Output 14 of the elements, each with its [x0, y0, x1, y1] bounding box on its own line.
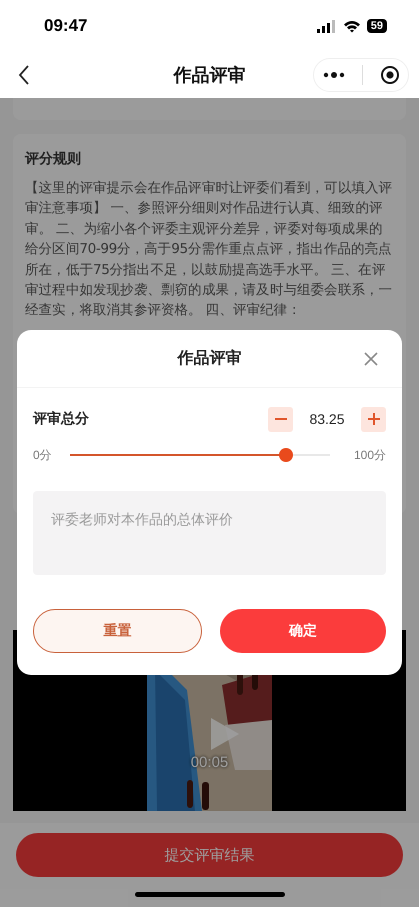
- dialog-title: 作品评审: [178, 348, 242, 369]
- confirm-button[interactable]: 确定: [220, 609, 386, 653]
- reset-button[interactable]: 重置: [33, 609, 202, 653]
- rules-title: 评分规则: [25, 150, 82, 168]
- max-label: 100分: [354, 446, 386, 464]
- score-label: 评审总分: [33, 410, 89, 428]
- status-time: 09:47: [44, 16, 88, 36]
- page-title: 作品评审: [174, 64, 246, 87]
- battery-level: 59: [366, 19, 387, 33]
- comment-field[interactable]: 评委老师对本作品的总体评价: [33, 491, 386, 575]
- score-value: 83.25: [308, 411, 346, 427]
- rules-text: 【这里的评审提示会在作品评审时让评委们看到，可以填入评审注意事项】 一、参照评分细则对作品进行认真、细致的评审。 二、为缩小各个评委主观评分差异，评委对每项成果的给分区间70-99分，高于95分需作重点点评，指出作品的亮点所在，低于75分指出不足，以鼓励提高选手水平。 三、在评审过程中如发现抄袭、剽窃的成果，请及时与组委会联系，一经查实，将取消其参评资格。 四、评审纪律：: [25, 179, 394, 320]
- submit-button[interactable]: 提交评审结果: [16, 833, 403, 877]
- min-label: 0分: [33, 446, 52, 464]
